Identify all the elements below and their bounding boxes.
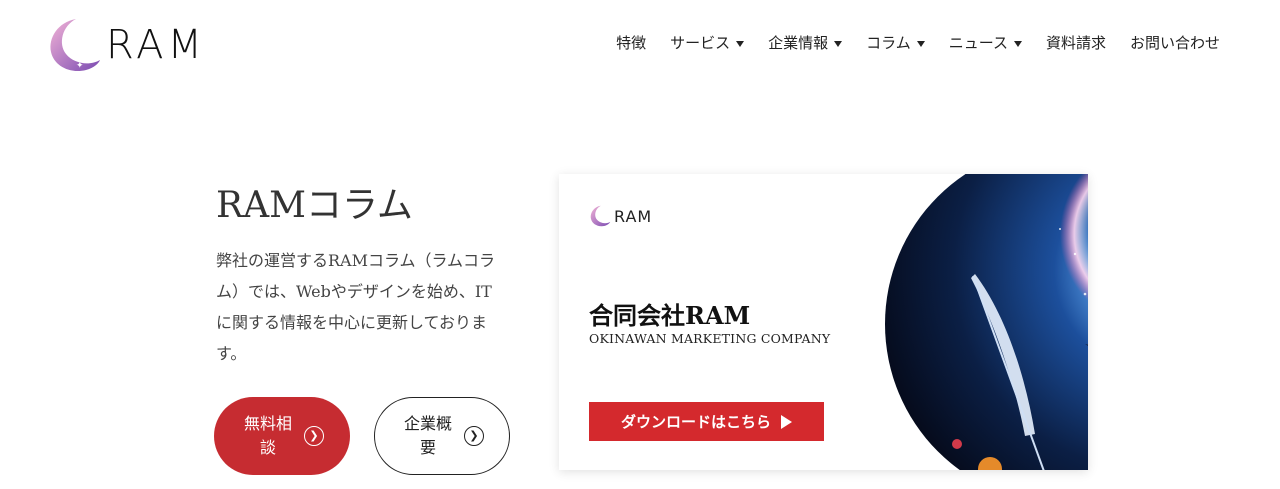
logo-text: RAM [106, 22, 207, 68]
circle-chevron-right-icon: ❯ [464, 426, 484, 446]
page-title: RAMコラム [216, 185, 413, 226]
banner-company-name: 合同会社RAM [589, 301, 751, 330]
nav-item-news[interactable]: ニュース [949, 32, 1022, 53]
site-logo[interactable]: ✦ RAM [46, 16, 206, 74]
caret-down-icon [736, 40, 745, 47]
nav-item-services[interactable]: サービス [670, 32, 745, 53]
crescent-moon-icon [590, 205, 611, 227]
nav-item-column[interactable]: コラム [866, 32, 925, 53]
nav-item-company[interactable]: 企業情報 [768, 32, 843, 53]
nav-item-features[interactable]: 特徴 [616, 32, 646, 53]
play-icon [781, 414, 792, 429]
nav-label: 特徴 [616, 34, 647, 52]
banner-logo: RAM [589, 204, 652, 228]
download-button[interactable]: ダウンロードはこちら [589, 402, 824, 441]
circle-chevron-right-icon: ❯ [304, 426, 324, 446]
site-header: ✦ RAM 特徴 サービス 企業情報 コラム ニュース 資料請求 お問い合わせ [0, 0, 1280, 90]
caret-down-icon [834, 40, 843, 47]
download-banner[interactable]: RAM 合同会社RAM OKINAWAN MARKETING COMPANY ダ… [559, 174, 1088, 470]
banner-logo-text: RAM [614, 206, 653, 226]
fantasy-artwork [885, 174, 1088, 470]
banner-tagline: OKINAWAN MARKETING COMPANY [589, 331, 831, 346]
svg-text:✦: ✦ [76, 61, 84, 71]
download-button-label: ダウンロードはこちら [620, 413, 771, 431]
crescent-moon-icon: ✦ [50, 19, 100, 72]
nav-item-documents[interactable]: 資料請求 [1046, 32, 1106, 53]
caret-down-icon [916, 40, 925, 47]
nav-label: ニュース [948, 34, 1008, 52]
button-label: 企業概要 [403, 414, 452, 457]
nav-label: コラム [866, 34, 911, 52]
nav-label: 資料請求 [1045, 34, 1106, 52]
banner-fantasy-image [885, 174, 1088, 470]
free-consultation-button[interactable]: 無料相談 ❯ [214, 397, 350, 475]
nav-item-contact[interactable]: お問い合わせ [1130, 32, 1220, 53]
caret-down-icon [1013, 40, 1022, 47]
nav-label: サービス [670, 34, 731, 52]
page-description: 弊社の運営するRAMコラム（ラムコラム）では、Webやデザインを始め、ITに関す… [216, 251, 496, 363]
nav-label: 企業情報 [768, 34, 829, 52]
company-overview-button[interactable]: 企業概要 ❯ [374, 397, 510, 475]
nav-label: お問い合わせ [1129, 34, 1220, 52]
main-nav: 特徴 サービス 企業情報 コラム ニュース 資料請求 お問い合わせ [592, 32, 1220, 53]
button-label: 無料相談 [243, 414, 292, 457]
